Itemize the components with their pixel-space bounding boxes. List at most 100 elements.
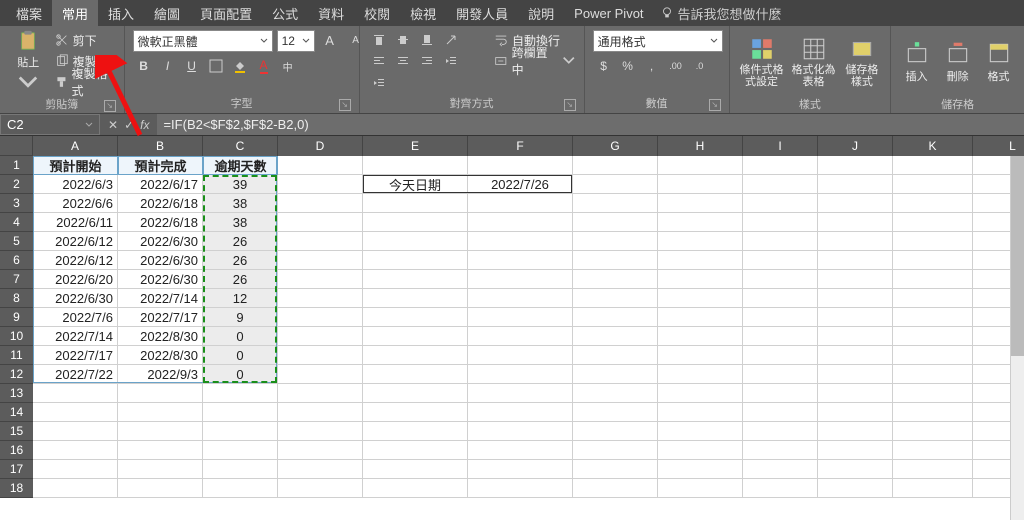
- cell-H2[interactable]: [658, 175, 743, 194]
- row-header-12[interactable]: 12: [0, 365, 33, 384]
- cell-A18[interactable]: [33, 479, 118, 498]
- row-header-18[interactable]: 18: [0, 479, 33, 498]
- align-middle-button[interactable]: [392, 30, 414, 50]
- cell-I5[interactable]: [743, 232, 818, 251]
- increase-indent-button[interactable]: [368, 73, 390, 93]
- cell-E14[interactable]: [363, 403, 468, 422]
- cell-K7[interactable]: [893, 270, 973, 289]
- cell-C3[interactable]: 38: [203, 194, 278, 213]
- cell-D6[interactable]: [278, 251, 363, 270]
- cell-J12[interactable]: [818, 365, 893, 384]
- tab-review[interactable]: 校閱: [354, 0, 400, 26]
- tab-page-layout[interactable]: 頁面配置: [190, 0, 262, 26]
- cell-I16[interactable]: [743, 441, 818, 460]
- tab-help[interactable]: 說明: [518, 0, 564, 26]
- cell-J2[interactable]: [818, 175, 893, 194]
- cell-G13[interactable]: [573, 384, 658, 403]
- font-size-dropdown[interactable]: 12: [277, 30, 315, 52]
- tab-home[interactable]: 常用: [52, 0, 98, 26]
- cell-A17[interactable]: [33, 460, 118, 479]
- cell-D16[interactable]: [278, 441, 363, 460]
- cell-K8[interactable]: [893, 289, 973, 308]
- cell-A8[interactable]: 2022/6/30: [33, 289, 118, 308]
- cell-H1[interactable]: [658, 156, 743, 175]
- cell-K5[interactable]: [893, 232, 973, 251]
- cell-G14[interactable]: [573, 403, 658, 422]
- cell-G5[interactable]: [573, 232, 658, 251]
- cell-H15[interactable]: [658, 422, 743, 441]
- cell-G4[interactable]: [573, 213, 658, 232]
- decrease-decimal-button[interactable]: .0: [689, 56, 711, 76]
- cell-F12[interactable]: [468, 365, 573, 384]
- cell-C9[interactable]: 9: [203, 308, 278, 327]
- row-header-3[interactable]: 3: [0, 194, 33, 213]
- cell-B5[interactable]: 2022/6/30: [118, 232, 203, 251]
- cell-K9[interactable]: [893, 308, 973, 327]
- cell-K12[interactable]: [893, 365, 973, 384]
- header-overdue[interactable]: 逾期天數: [203, 156, 278, 175]
- row-header-13[interactable]: 13: [0, 384, 33, 403]
- cell-K16[interactable]: [893, 441, 973, 460]
- cell-J14[interactable]: [818, 403, 893, 422]
- cell-F6[interactable]: [468, 251, 573, 270]
- cell-G1[interactable]: [573, 156, 658, 175]
- row-header-17[interactable]: 17: [0, 460, 33, 479]
- cell-H5[interactable]: [658, 232, 743, 251]
- cell-B13[interactable]: [118, 384, 203, 403]
- dialog-launcher-icon[interactable]: ↘: [339, 99, 351, 111]
- cell-H4[interactable]: [658, 213, 743, 232]
- cell-I12[interactable]: [743, 365, 818, 384]
- cell-F11[interactable]: [468, 346, 573, 365]
- format-cells-button[interactable]: 格式: [981, 30, 1016, 94]
- cell-J9[interactable]: [818, 308, 893, 327]
- cell-I17[interactable]: [743, 460, 818, 479]
- increase-decimal-button[interactable]: .00: [665, 56, 687, 76]
- align-top-button[interactable]: [368, 30, 390, 50]
- formula-input[interactable]: [157, 114, 1024, 135]
- cell-G3[interactable]: [573, 194, 658, 213]
- cell-K15[interactable]: [893, 422, 973, 441]
- column-header-E[interactable]: E: [363, 136, 468, 156]
- cell-G17[interactable]: [573, 460, 658, 479]
- cell-F18[interactable]: [468, 479, 573, 498]
- dialog-launcher-icon[interactable]: ↘: [564, 99, 576, 111]
- cell-H18[interactable]: [658, 479, 743, 498]
- cell-D17[interactable]: [278, 460, 363, 479]
- cell-B15[interactable]: [118, 422, 203, 441]
- cell-B6[interactable]: 2022/6/30: [118, 251, 203, 270]
- cell-I4[interactable]: [743, 213, 818, 232]
- cell-K6[interactable]: [893, 251, 973, 270]
- cell-B14[interactable]: [118, 403, 203, 422]
- cell-G7[interactable]: [573, 270, 658, 289]
- format-as-table-button[interactable]: 格式化為表格: [791, 30, 835, 94]
- font-color-button[interactable]: A: [253, 56, 275, 76]
- number-format-dropdown[interactable]: 通用格式: [593, 30, 723, 52]
- cell-D7[interactable]: [278, 270, 363, 289]
- cell-C15[interactable]: [203, 422, 278, 441]
- conditional-formatting-button[interactable]: 條件式格式設定: [738, 30, 786, 94]
- row-header-4[interactable]: 4: [0, 213, 33, 232]
- fx-icon[interactable]: fx: [140, 118, 149, 132]
- cell-C11[interactable]: 0: [203, 346, 278, 365]
- orientation-button[interactable]: [440, 30, 462, 50]
- cell-E3[interactable]: [363, 194, 468, 213]
- column-header-K[interactable]: K: [893, 136, 973, 156]
- cell-C12[interactable]: 0: [203, 365, 278, 384]
- cell-H13[interactable]: [658, 384, 743, 403]
- cell-J8[interactable]: [818, 289, 893, 308]
- cell-C4[interactable]: 38: [203, 213, 278, 232]
- cell-H6[interactable]: [658, 251, 743, 270]
- cell-C16[interactable]: [203, 441, 278, 460]
- paste-button[interactable]: 貼上: [8, 30, 49, 94]
- vertical-scrollbar[interactable]: [1010, 156, 1024, 520]
- cell-C18[interactable]: [203, 479, 278, 498]
- cell-H16[interactable]: [658, 441, 743, 460]
- cell-A2[interactable]: 2022/6/3: [33, 175, 118, 194]
- align-left-button[interactable]: [368, 51, 390, 71]
- column-header-I[interactable]: I: [743, 136, 818, 156]
- cell-G8[interactable]: [573, 289, 658, 308]
- cell-D14[interactable]: [278, 403, 363, 422]
- cell-B17[interactable]: [118, 460, 203, 479]
- cell-H14[interactable]: [658, 403, 743, 422]
- enter-formula-button[interactable]: ✓: [124, 118, 134, 132]
